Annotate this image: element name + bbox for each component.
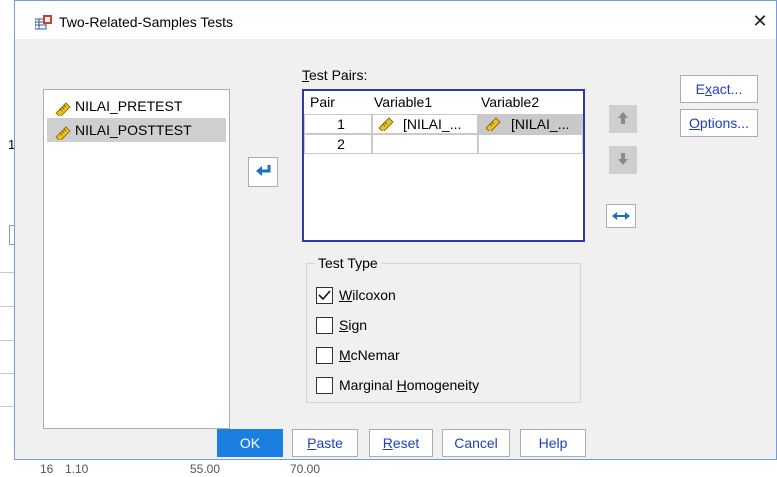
variable-label: NILAI_PRETEST xyxy=(75,98,183,114)
swap-horizontal-icon xyxy=(612,208,630,224)
pair-row[interactable]: 2 xyxy=(304,134,583,154)
checkmark-icon xyxy=(317,290,332,306)
ruler-scale-icon xyxy=(55,123,71,142)
move-pair-up-button[interactable] xyxy=(609,105,637,133)
swap-variables-button[interactable] xyxy=(606,204,636,228)
background-grid-line xyxy=(0,272,14,273)
spss-dialog-icon xyxy=(34,15,53,31)
background-grid-line xyxy=(0,373,14,374)
variable-label: NILAI_POSTTEST xyxy=(75,122,192,138)
pair-variable1-value: [NILAI_... xyxy=(403,116,462,132)
pair-variable2-cell[interactable] xyxy=(478,134,583,154)
mcnemar-label[interactable]: McNemar xyxy=(339,347,400,363)
column-header-pair: Pair xyxy=(310,94,335,110)
exact-button[interactable]: Exact... xyxy=(680,75,758,103)
options-button[interactable]: Options... xyxy=(680,109,758,137)
ruler-scale-icon xyxy=(485,117,501,135)
move-pair-down-button[interactable] xyxy=(609,146,637,174)
pair-number: 1 xyxy=(304,114,372,134)
wilcoxon-label[interactable]: Wilcoxon xyxy=(339,287,396,303)
close-icon[interactable]: ✕ xyxy=(750,11,770,31)
marginal-homogeneity-label[interactable]: Marginal Homogeneity xyxy=(339,377,479,393)
background-footer-fragment: 55.00 xyxy=(190,462,221,476)
pair-variable2-value: [NILAI_... xyxy=(511,116,570,132)
variable-item-posttest[interactable]: NILAI_POSTTEST xyxy=(47,118,226,142)
background-grid-line xyxy=(0,340,14,341)
pair-row[interactable]: 1 [NILAI_... [NILAI_... xyxy=(304,114,583,134)
wilcoxon-checkbox[interactable] xyxy=(316,287,333,304)
reset-button[interactable]: Reset xyxy=(369,429,433,457)
sign-label[interactable]: Sign xyxy=(339,317,367,333)
pair-variable1-cell[interactable] xyxy=(372,134,478,154)
dialog-title: Two-Related-Samples Tests xyxy=(59,14,234,30)
arrow-down-icon xyxy=(617,152,629,169)
pair-variable2-cell[interactable]: [NILAI_... xyxy=(478,114,583,134)
marginal-homogeneity-checkbox[interactable] xyxy=(316,377,333,394)
title-bar[interactable]: Two-Related-Samples Tests ✕ xyxy=(15,1,776,39)
source-variable-list[interactable]: NILAI_PRETEST NILAI_POSTTEST xyxy=(43,89,230,429)
background-grid-line xyxy=(0,306,14,307)
column-header-variable1: Variable1 xyxy=(374,94,433,110)
background-footer-fragment: 70.00 xyxy=(290,462,321,476)
ok-button[interactable]: OK xyxy=(217,429,283,457)
pair-variable1-cell[interactable]: [NILAI_... xyxy=(372,114,478,134)
dialog-window: Two-Related-Samples Tests ✕ NILAI_PRETES… xyxy=(14,0,777,460)
column-header-variable2: Variable2 xyxy=(481,94,540,110)
help-button[interactable]: Help xyxy=(520,429,586,457)
arrow-up-icon xyxy=(617,111,629,128)
mcnemar-checkbox[interactable] xyxy=(316,347,333,364)
background-footer-fragment: 16 xyxy=(40,462,54,476)
test-pairs-label: Test Pairs: xyxy=(302,67,368,83)
pair-number: 2 xyxy=(304,134,372,154)
sign-checkbox[interactable] xyxy=(316,317,333,334)
arrow-left-return-icon xyxy=(255,164,271,181)
variable-item-pretest[interactable]: NILAI_PRETEST xyxy=(47,94,226,118)
test-pairs-grid[interactable]: Pair Variable1 Variable2 1 [NILAI_... [N… xyxy=(302,89,585,242)
background-grid-line xyxy=(0,406,14,407)
move-to-pairs-button[interactable] xyxy=(248,157,278,187)
cancel-button[interactable]: Cancel xyxy=(442,429,510,457)
paste-button[interactable]: Paste xyxy=(292,429,358,457)
ruler-scale-icon xyxy=(55,99,71,118)
ruler-scale-icon xyxy=(378,117,394,135)
test-type-title: Test Type xyxy=(315,255,381,271)
background-footer-fragment: 1.10 xyxy=(65,462,89,476)
